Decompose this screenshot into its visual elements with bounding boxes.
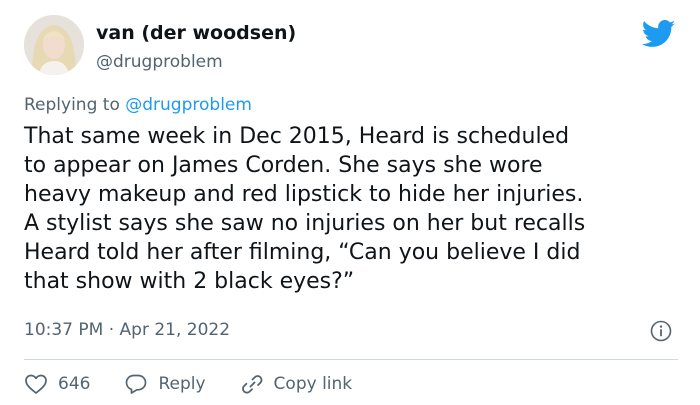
author-name[interactable]: van (der woodsen) xyxy=(96,22,296,44)
tweet-text: That same week in Dec 2015, Heard is sch… xyxy=(24,124,586,294)
copy-link-button[interactable]: Copy link xyxy=(240,373,353,395)
like-button[interactable]: 646 xyxy=(24,373,90,395)
author-handle[interactable]: @drugproblem xyxy=(96,52,223,72)
copy-link-label: Copy link xyxy=(273,374,353,394)
twitter-bird-icon[interactable] xyxy=(642,20,676,48)
avatar-image xyxy=(24,15,84,75)
replying-to: Replying to @drugproblem xyxy=(24,95,252,115)
tweet-timestamp[interactable]: 10:37 PM · Apr 21, 2022 xyxy=(24,320,230,340)
heart-icon xyxy=(25,374,47,394)
replying-prefix: Replying to xyxy=(24,95,120,115)
reply-button[interactable]: Reply xyxy=(124,373,206,395)
link-icon xyxy=(241,375,262,394)
avatar[interactable] xyxy=(24,15,84,75)
like-count: 646 xyxy=(58,374,91,394)
info-icon[interactable] xyxy=(650,320,672,342)
reply-label: Reply xyxy=(158,374,206,394)
divider xyxy=(24,359,678,360)
reply-bubble-icon xyxy=(126,374,147,394)
action-bar: 646 Reply Copy link xyxy=(24,370,352,398)
replying-handle-link[interactable]: @drugproblem xyxy=(125,95,252,115)
